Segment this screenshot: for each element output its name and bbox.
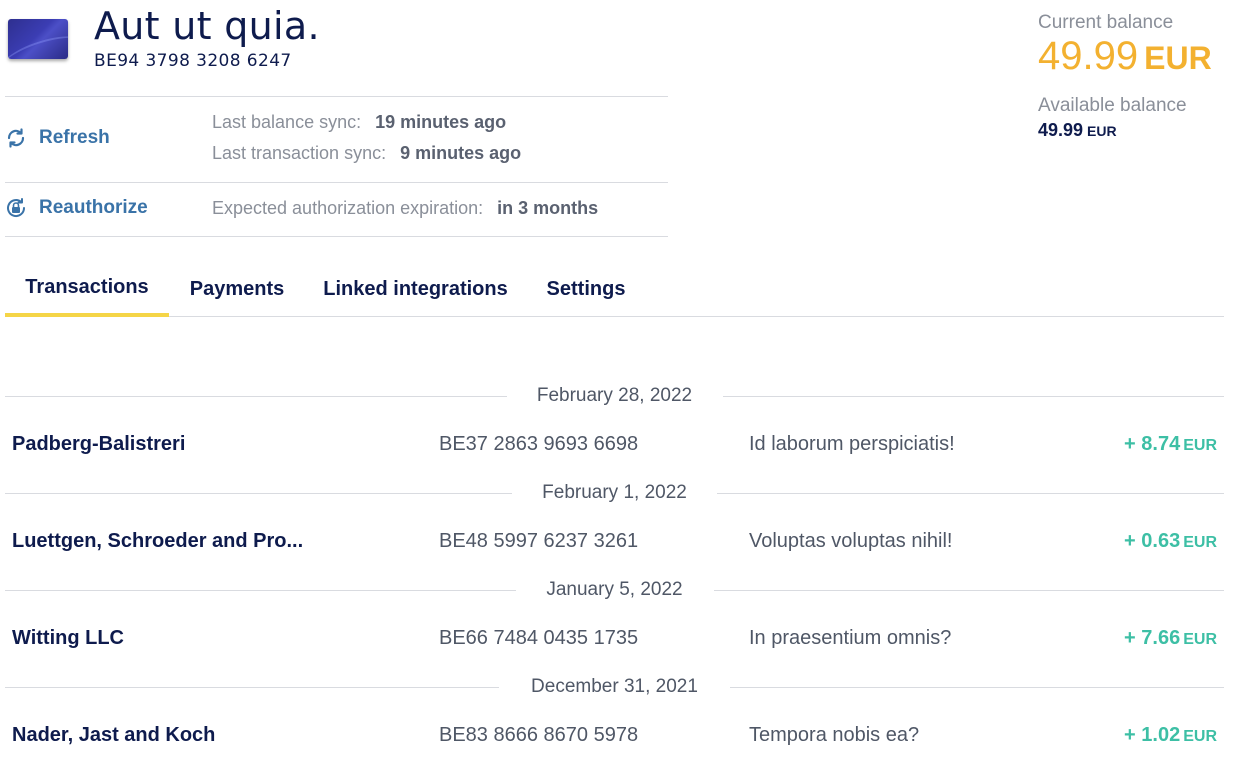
transaction-row[interactable]: Witting LLC BE66 7484 0435 1735 In praes… bbox=[5, 619, 1224, 659]
transaction-sync-label: Last transaction sync: bbox=[212, 143, 387, 163]
account-name: Aut ut quia. bbox=[94, 4, 320, 48]
counterparty-name: Luettgen, Schroeder and Pro... bbox=[12, 530, 304, 552]
counterparty-iban: BE37 2863 9693 6698 bbox=[439, 433, 639, 455]
reauthorize-button[interactable]: Reauthorize bbox=[5, 197, 148, 219]
date-separator: December 31, 2021 bbox=[5, 676, 1224, 700]
counterparty-name: Witting LLC bbox=[12, 627, 125, 649]
transaction-row[interactable]: Luettgen, Schroeder and Pro... BE48 5997… bbox=[5, 522, 1224, 562]
transaction-description: In praesentium omnis? bbox=[749, 627, 952, 649]
available-balance-label: Available balance bbox=[1038, 95, 1187, 116]
divider bbox=[5, 182, 668, 183]
date-separator: February 1, 2022 bbox=[5, 482, 1224, 506]
balance-sync-row: Last balance sync: 19 minutes ago bbox=[212, 112, 506, 133]
transaction-sync-value: 9 minutes ago bbox=[400, 143, 522, 163]
transaction-description: Voluptas voluptas nihil! bbox=[749, 530, 953, 552]
account-iban: BE94 3798 3208 6247 bbox=[94, 51, 292, 71]
tab-bar: Transactions Payments Linked integration… bbox=[5, 262, 1224, 317]
current-balance-label: Current balance bbox=[1038, 12, 1174, 33]
available-balance: 49.99 EUR bbox=[1038, 120, 1117, 141]
transaction-description: Tempora nobis ea? bbox=[749, 724, 920, 746]
divider bbox=[5, 96, 668, 97]
divider bbox=[5, 236, 668, 237]
refresh-label: Refresh bbox=[39, 127, 110, 148]
expiration-value: in 3 months bbox=[497, 198, 599, 218]
balance-sync-value: 19 minutes ago bbox=[375, 112, 507, 132]
expiration-label: Expected authorization expiration: bbox=[212, 198, 484, 218]
expiration-row: Expected authorization expiration: in 3 m… bbox=[212, 198, 598, 219]
date-label: February 1, 2022 bbox=[542, 482, 687, 503]
reauthorize-label: Reauthorize bbox=[39, 197, 148, 218]
available-balance-value: 49.99 bbox=[1038, 120, 1084, 140]
transaction-row[interactable]: Nader, Jast and Koch BE83 8666 8670 5978… bbox=[5, 716, 1224, 756]
tab-settings[interactable]: Settings bbox=[538, 262, 634, 317]
transaction-sync-row: Last transaction sync: 9 minutes ago bbox=[212, 143, 521, 164]
current-balance-value: 49.99 bbox=[1038, 34, 1139, 78]
current-balance-currency: EUR bbox=[1144, 40, 1212, 76]
tab-transactions[interactable]: Transactions bbox=[5, 262, 169, 317]
date-label: February 28, 2022 bbox=[536, 385, 693, 406]
date-separator: January 5, 2022 bbox=[5, 579, 1224, 603]
tab-payments[interactable]: Payments bbox=[181, 262, 293, 317]
account-page: Aut ut quia. BE94 3798 3208 6247 Refresh… bbox=[0, 0, 1237, 762]
lock-refresh-icon bbox=[5, 197, 27, 219]
counterparty-iban: BE48 5997 6237 3261 bbox=[439, 530, 639, 552]
transaction-amount: + 7.66 EUR bbox=[1124, 627, 1217, 649]
transaction-amount: + 8.74 EUR bbox=[1124, 433, 1217, 455]
counterparty-iban: BE66 7484 0435 1735 bbox=[439, 627, 639, 649]
available-balance-currency: EUR bbox=[1087, 123, 1117, 139]
transaction-amount: + 1.02 EUR bbox=[1124, 724, 1217, 746]
counterparty-name: Nader, Jast and Koch bbox=[12, 724, 216, 746]
date-label: January 5, 2022 bbox=[546, 579, 683, 600]
transaction-description: Id laborum perspiciatis! bbox=[749, 433, 955, 455]
bank-card-icon bbox=[8, 19, 68, 59]
counterparty-iban: BE83 8666 8670 5978 bbox=[439, 724, 639, 746]
balance-sync-label: Last balance sync: bbox=[212, 112, 362, 132]
transaction-amount: + 0.63 EUR bbox=[1124, 530, 1217, 552]
tab-linked-integrations[interactable]: Linked integrations bbox=[317, 262, 514, 317]
current-balance: 49.99 EUR bbox=[1038, 34, 1212, 79]
date-separator: February 28, 2022 bbox=[5, 385, 1224, 409]
transaction-row[interactable]: Padberg-Balistreri BE37 2863 9693 6698 I… bbox=[5, 425, 1224, 465]
refresh-icon bbox=[5, 127, 27, 149]
date-label: December 31, 2021 bbox=[531, 676, 698, 697]
counterparty-name: Padberg-Balistreri bbox=[12, 433, 186, 455]
refresh-button[interactable]: Refresh bbox=[5, 127, 110, 149]
